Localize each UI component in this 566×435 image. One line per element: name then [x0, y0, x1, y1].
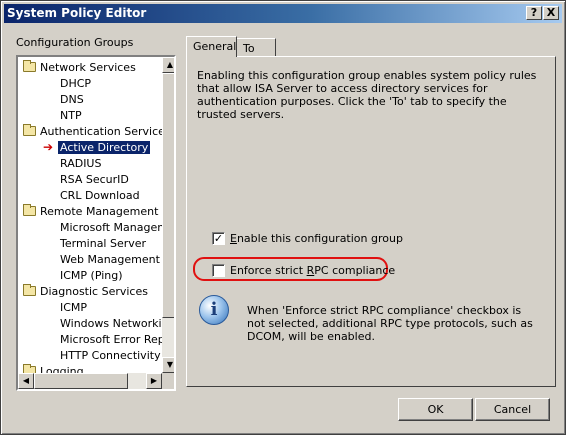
folder-icon — [23, 204, 36, 216]
info-text: When 'Enforce strict RPC compliance' che… — [247, 304, 533, 343]
tree-item-label: NTP — [60, 109, 82, 122]
tree-item[interactable]: CRL Download — [60, 188, 140, 203]
tree-item-label: DNS — [60, 93, 84, 106]
horizontal-scroll-thumb[interactable] — [34, 373, 128, 389]
scrollbar-corner — [162, 373, 174, 389]
tree-item[interactable]: DNS — [60, 92, 84, 107]
ok-button[interactable]: OK — [398, 398, 473, 421]
tree-item-label: Web Management — [60, 253, 160, 266]
enable-group-checkbox[interactable]: ✓ — [212, 232, 225, 245]
scroll-right-icon[interactable]: ▶ — [146, 373, 162, 389]
tree-item-label: RSA SecurID — [60, 173, 129, 186]
tree-category[interactable]: Diagnostic Services — [23, 284, 148, 299]
tree-item[interactable]: ICMP — [60, 300, 87, 315]
scroll-down-icon[interactable]: ▼ — [162, 357, 174, 373]
vertical-scroll-thumb[interactable] — [162, 73, 174, 318]
tree-item-label: Active Directory — [58, 141, 151, 154]
tree-item-label: Authentication Services — [40, 125, 171, 138]
horizontal-scrollbar[interactable]: ◀ ▶ — [18, 373, 162, 389]
tree-item[interactable]: Web Management — [60, 252, 160, 267]
scroll-left-icon[interactable]: ◀ — [18, 373, 34, 389]
tree-item-label: Microsoft Error Repo — [60, 333, 172, 346]
selected-arrow-icon: ➔ — [43, 140, 54, 154]
folder-icon — [23, 60, 36, 72]
tree-item-label: Terminal Server — [60, 237, 147, 250]
tree-item-label: DHCP — [60, 77, 92, 90]
scroll-up-icon[interactable]: ▲ — [162, 57, 174, 73]
tree-item[interactable]: Windows Networking — [60, 316, 176, 331]
tree-item[interactable]: DHCP — [60, 76, 91, 91]
tree-item[interactable]: Terminal Server — [60, 236, 146, 251]
tree-item-label: RADIUS — [60, 157, 102, 170]
close-button[interactable]: X — [543, 6, 559, 20]
tree-item[interactable]: ICMP (Ping) — [60, 268, 123, 283]
tree-item[interactable]: RADIUS — [60, 156, 101, 171]
tree-item-label: ICMP (Ping) — [60, 269, 123, 282]
tree-item[interactable]: ➔ Active Directory — [43, 140, 151, 155]
configuration-groups-label: Configuration Groups — [16, 36, 134, 49]
tree-item[interactable]: RSA SecurID — [60, 172, 129, 187]
tree-item-label: CRL Download — [60, 189, 140, 202]
tree-item-label: HTTP Connectivity ve — [60, 349, 176, 362]
tree-item[interactable]: Microsoft Error Repo — [60, 332, 172, 347]
tree-item-label: Network Services — [40, 61, 136, 74]
help-button[interactable]: ? — [526, 6, 542, 20]
general-tab-panel: Enabling this configuration group enable… — [186, 56, 556, 387]
tree-category[interactable]: Remote Management — [23, 204, 159, 219]
folder-icon — [23, 284, 36, 296]
tree-item-label: Windows Networking — [60, 317, 176, 330]
tree-item[interactable]: Microsoft Manageme — [60, 220, 175, 235]
group-description: Enabling this configuration group enable… — [197, 69, 537, 121]
info-icon: i — [199, 295, 229, 325]
tab-general[interactable]: General — [186, 36, 237, 57]
tree-item-label: Diagnostic Services — [40, 285, 148, 298]
title-bar[interactable]: System Policy Editor ? X — [4, 4, 562, 23]
tree-category[interactable]: Network Services — [23, 60, 136, 75]
cancel-button[interactable]: Cancel — [475, 398, 550, 421]
tree-item-label: Microsoft Manageme — [60, 221, 175, 234]
strict-rpc-checkbox[interactable] — [212, 264, 225, 277]
tree-item-label: Remote Management — [40, 205, 159, 218]
tree-item[interactable]: NTP — [60, 108, 82, 123]
tree-item[interactable]: HTTP Connectivity ve — [60, 348, 176, 363]
enable-group-label[interactable]: Enable this configuration group — [230, 232, 403, 245]
tree-item-label: ICMP — [60, 301, 88, 314]
tab-to[interactable]: To — [236, 38, 276, 58]
folder-icon — [23, 124, 36, 136]
configuration-groups-tree[interactable]: Network Services DHCP DNS NTP Authentication… — [16, 55, 176, 391]
window-title: System Policy Editor — [7, 6, 147, 20]
strict-rpc-label[interactable]: Enforce strict RPC compliance — [230, 264, 395, 277]
system-policy-editor-window: System Policy Editor ? X Configuration G… — [0, 0, 566, 435]
tree-category[interactable]: Authentication Services — [23, 124, 171, 139]
vertical-scrollbar[interactable]: ▲ ▼ — [162, 57, 174, 373]
